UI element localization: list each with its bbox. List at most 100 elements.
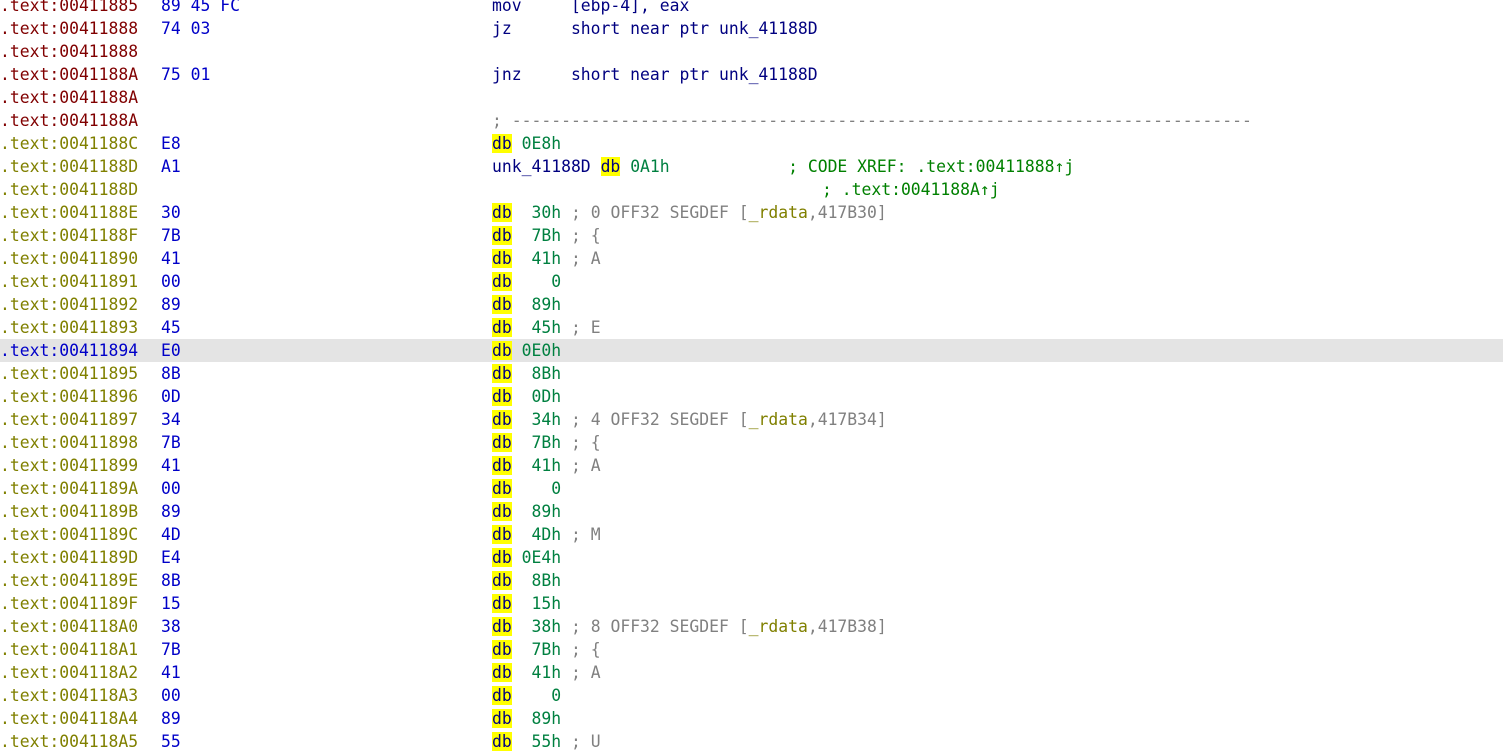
listing-line[interactable]: .text:0041188D A1 unk_41188D db 0A1h ; COD… <box>0 155 1503 178</box>
db-value[interactable]: 41h <box>522 663 561 682</box>
listing-line[interactable]: .text:0041188A <box>0 86 1503 109</box>
address-label[interactable]: .text:0041188A <box>0 109 138 132</box>
address-label[interactable]: .text:004118A2 <box>0 661 138 684</box>
db-keyword[interactable]: db <box>492 249 512 268</box>
db-value[interactable]: 41h <box>522 456 561 475</box>
listing-line[interactable]: .text:00411888 74 03 jz short near ptr unk… <box>0 17 1503 40</box>
listing-line[interactable]: .text:0041188D ; .text:0041188A↑j <box>0 178 1503 201</box>
db-keyword[interactable]: db <box>492 410 512 429</box>
listing-line[interactable]: .text:004118A1 7B db 7Bh ; { <box>0 638 1503 661</box>
db-value[interactable]: 15h <box>522 594 561 613</box>
listing-line[interactable]: .text:0041189A 00 db 0 <box>0 477 1503 500</box>
address-label[interactable]: .text:0041189D <box>0 546 138 569</box>
address-label[interactable]: .text:0041188A <box>0 63 138 86</box>
listing-line[interactable]: .text:004118A5 55 db 55h ; U <box>0 730 1503 753</box>
segment-name[interactable]: _rdata <box>749 410 808 429</box>
db-value[interactable]: 4Dh <box>522 525 561 544</box>
listing-line-selected[interactable]: .text:00411894 E0 db 0E0h <box>0 339 1503 362</box>
db-keyword[interactable]: db <box>492 295 512 314</box>
listing-line[interactable]: .text:0041189B 89 db 89h <box>0 500 1503 523</box>
db-value[interactable]: 7Bh <box>522 433 561 452</box>
address-label[interactable]: .text:0041188D <box>0 178 138 201</box>
db-value[interactable]: 30h <box>522 203 561 222</box>
db-keyword[interactable]: db <box>492 479 512 498</box>
listing-line[interactable]: .text:00411897 34 db 34h ; 4 OFF32 SEGDEF … <box>0 408 1503 431</box>
db-value[interactable]: 41h <box>522 249 561 268</box>
db-keyword[interactable]: db <box>492 640 512 659</box>
db-keyword[interactable]: db <box>492 318 512 337</box>
db-value[interactable]: 0Dh <box>522 387 561 406</box>
listing-line[interactable]: .text:0041189F 15 db 15h <box>0 592 1503 615</box>
address-label[interactable]: .text:00411897 <box>0 408 138 431</box>
db-keyword[interactable]: db <box>492 502 512 521</box>
db-keyword[interactable]: db <box>492 456 512 475</box>
db-keyword[interactable]: db <box>492 548 512 567</box>
db-value[interactable]: 0 <box>522 479 561 498</box>
instruction-text[interactable]: jnz short near ptr unk_41188D <box>492 65 818 84</box>
listing-line[interactable]: .text:0041188E 30 db 30h ; 0 OFF32 SEGDEF … <box>0 201 1503 224</box>
db-keyword[interactable]: db <box>492 203 512 222</box>
address-label[interactable]: .text:0041188A <box>0 86 138 109</box>
address-label[interactable]: .text:00411885 <box>0 0 138 17</box>
listing-line[interactable]: .text:00411891 00 db 0 <box>0 270 1503 293</box>
db-keyword[interactable]: db <box>492 732 512 751</box>
instruction-text[interactable]: mov [ebp-4], eax <box>492 0 689 15</box>
db-keyword[interactable]: db <box>492 594 512 613</box>
address-label[interactable]: .text:00411893 <box>0 316 138 339</box>
db-value[interactable]: 38h <box>522 617 561 636</box>
address-label[interactable]: .text:0041188D <box>0 155 138 178</box>
address-label[interactable]: .text:004118A1 <box>0 638 138 661</box>
db-keyword[interactable]: db <box>492 709 512 728</box>
db-value[interactable]: 0E8h <box>522 134 561 153</box>
address-label[interactable]: .text:0041189A <box>0 477 138 500</box>
db-keyword[interactable]: db <box>492 387 512 406</box>
db-value[interactable]: 34h <box>522 410 561 429</box>
db-value[interactable]: 8Bh <box>522 571 561 590</box>
address-label[interactable]: .text:0041189E <box>0 569 138 592</box>
address-label[interactable]: .text:00411888 <box>0 40 138 63</box>
db-value[interactable]: 0 <box>522 272 561 291</box>
listing-line[interactable]: .text:0041188F 7B db 7Bh ; { <box>0 224 1503 247</box>
address-label[interactable]: .text:004118A5 <box>0 730 138 753</box>
address-label[interactable]: .text:00411899 <box>0 454 138 477</box>
listing-line[interactable]: .text:004118A0 38 db 38h ; 8 OFF32 SEGDEF … <box>0 615 1503 638</box>
address-label[interactable]: .text:0041189F <box>0 592 138 615</box>
listing-line[interactable]: .text:0041189C 4D db 4Dh ; M <box>0 523 1503 546</box>
address-label[interactable]: .text:0041188F <box>0 224 138 247</box>
db-value[interactable]: 8Bh <box>522 364 561 383</box>
address-label[interactable]: .text:0041189C <box>0 523 138 546</box>
db-keyword[interactable]: db <box>492 341 512 360</box>
db-keyword[interactable]: db <box>492 617 512 636</box>
listing-line[interactable]: .text:00411892 89 db 89h <box>0 293 1503 316</box>
listing-line[interactable]: .text:00411888 <box>0 40 1503 63</box>
code-xref-comment[interactable]: ; CODE XREF: .text:00411888↑j <box>788 157 1074 176</box>
db-keyword[interactable]: db <box>492 364 512 383</box>
db-keyword[interactable]: db <box>492 433 512 452</box>
segment-name[interactable]: _rdata <box>749 617 808 636</box>
db-value[interactable]: 89h <box>522 709 561 728</box>
address-label[interactable]: .text:004118A4 <box>0 707 138 730</box>
listing-line[interactable]: .text:004118A3 00 db 0 <box>0 684 1503 707</box>
address-label[interactable]: .text:00411890 <box>0 247 138 270</box>
listing-line[interactable]: .text:004118A2 41 db 41h ; A <box>0 661 1503 684</box>
segment-name[interactable]: _rdata <box>749 203 808 222</box>
db-value[interactable]: 7Bh <box>522 226 561 245</box>
listing-line[interactable]: .text:00411895 8B db 8Bh <box>0 362 1503 385</box>
address-label[interactable]: .text:0041188C <box>0 132 138 155</box>
address-label[interactable]: .text:004118A3 <box>0 684 138 707</box>
disassembly-listing[interactable]: .text:00411885 89 45 FC mov [ebp-4], eax .t… <box>0 0 1503 753</box>
db-value[interactable]: 0 <box>522 686 561 705</box>
listing-line[interactable]: .text:00411898 7B db 7Bh ; { <box>0 431 1503 454</box>
listing-line[interactable]: .text:00411885 89 45 FC mov [ebp-4], eax <box>0 0 1503 17</box>
listing-line[interactable]: .text:0041188C E8 db 0E8h <box>0 132 1503 155</box>
db-value[interactable]: 89h <box>522 295 561 314</box>
listing-line[interactable]: .text:0041189D E4 db 0E4h <box>0 546 1503 569</box>
db-value[interactable]: 0A1h <box>630 157 669 176</box>
db-value[interactable]: 7Bh <box>522 640 561 659</box>
db-keyword[interactable]: db <box>492 226 512 245</box>
db-keyword[interactable]: db <box>492 525 512 544</box>
db-keyword[interactable]: db <box>492 663 512 682</box>
listing-line[interactable]: .text:00411899 41 db 41h ; A <box>0 454 1503 477</box>
listing-line[interactable]: .text:0041188A 75 01 jnz short near ptr un… <box>0 63 1503 86</box>
instruction-text[interactable]: jz short near ptr unk_41188D <box>492 19 818 38</box>
